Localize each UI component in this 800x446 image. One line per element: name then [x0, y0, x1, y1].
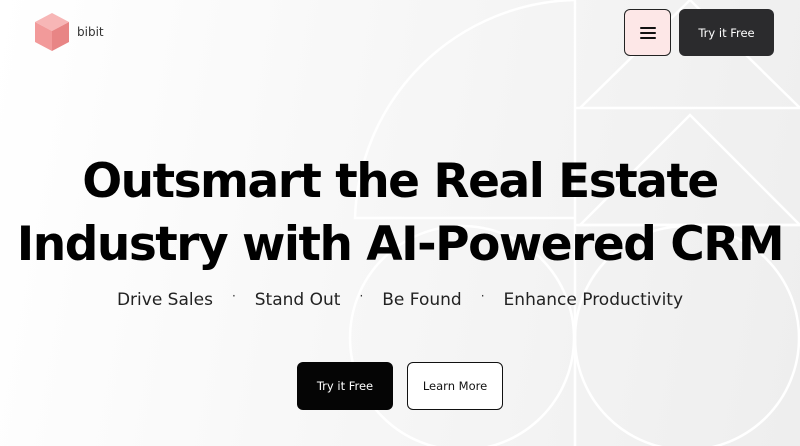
hero-learn-more-button[interactable]: Learn More	[407, 362, 503, 410]
cube-logo-icon	[35, 13, 69, 51]
feature-separator: ·	[480, 289, 485, 303]
feature-list: Drive Sales · Stand Out · Be Found · Enh…	[0, 289, 800, 310]
feature-item: Enhance Productivity	[503, 290, 684, 310]
feature-item: Stand Out	[254, 290, 341, 310]
hamburger-icon	[639, 26, 656, 39]
feature-item: Be Found	[382, 290, 462, 310]
brand-name: bibit	[77, 25, 104, 39]
hero-title: Outsmart the Real Estate Industry with A…	[0, 150, 800, 276]
feature-separator: ·	[359, 289, 364, 303]
header-try-free-button[interactable]: Try it Free	[679, 9, 774, 56]
hero-title-line-1: Outsmart the Real Estate	[82, 154, 719, 209]
hero-title-line-2: Industry with AI-Powered CRM	[16, 217, 785, 272]
menu-button[interactable]	[624, 9, 671, 56]
feature-item: Drive Sales	[116, 290, 213, 310]
hero-try-free-button[interactable]: Try it Free	[297, 362, 393, 410]
feature-separator: ·	[231, 289, 236, 303]
brand-logo[interactable]: bibit	[33, 11, 104, 53]
